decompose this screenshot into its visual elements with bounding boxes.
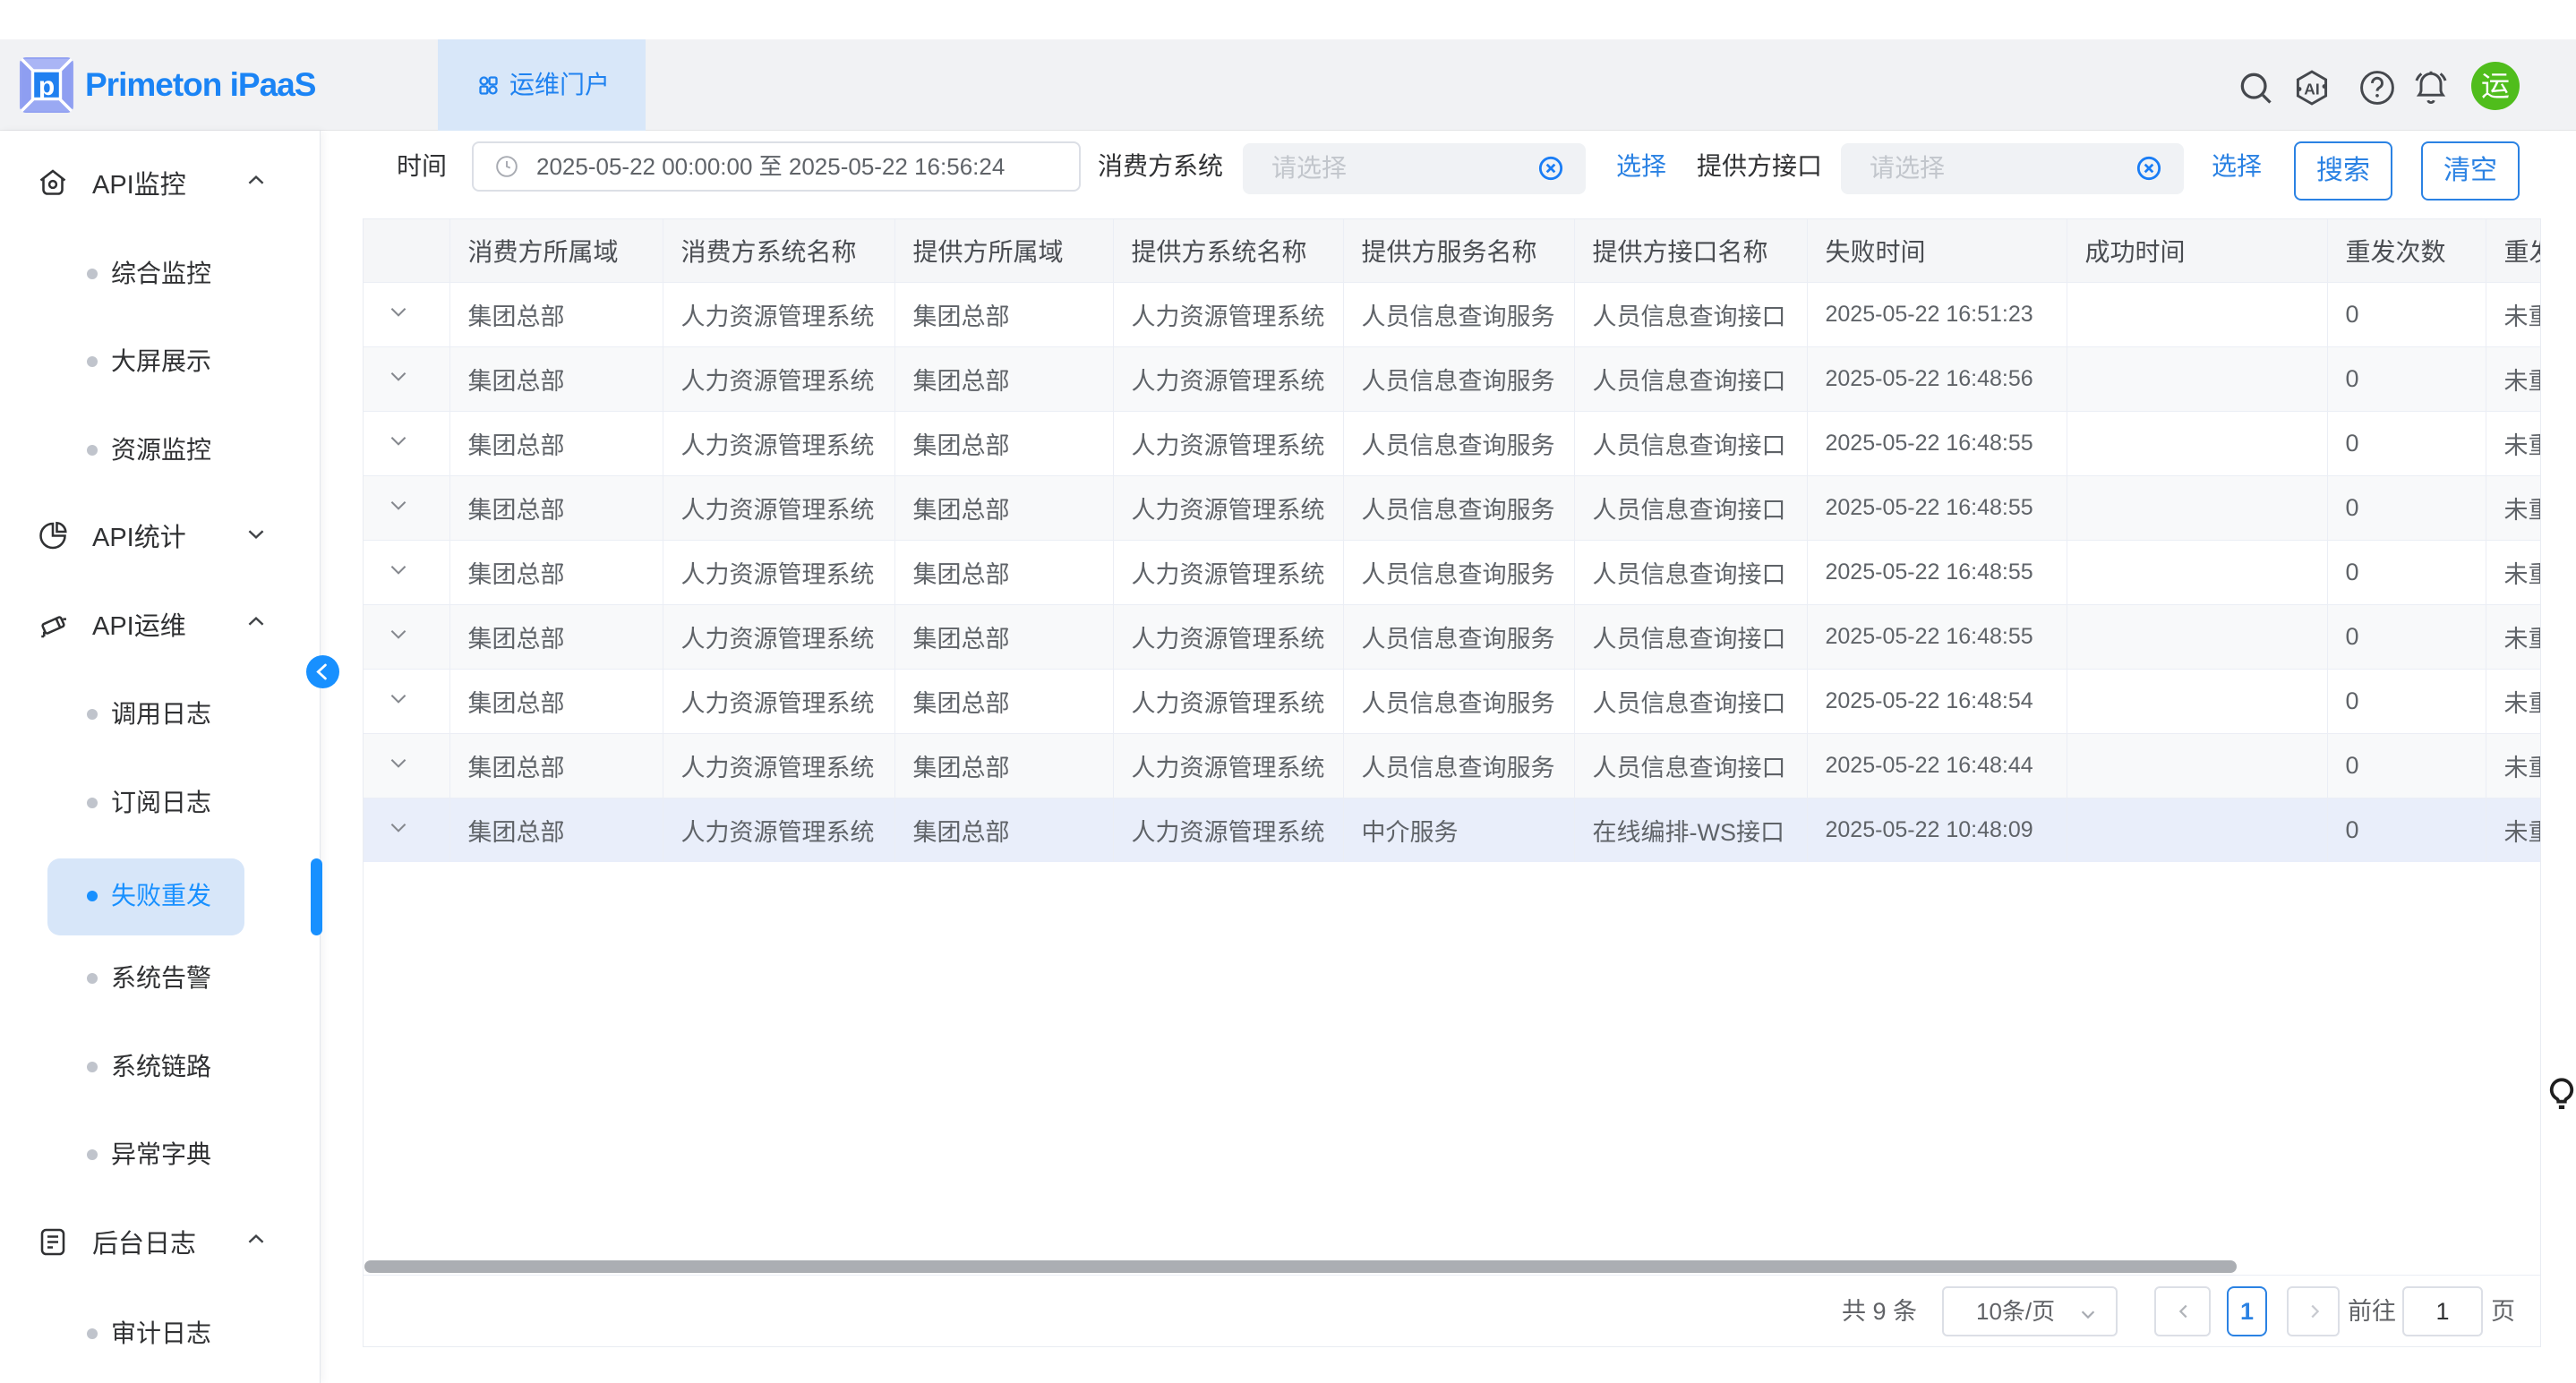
svg-text:p: p — [39, 72, 55, 101]
svg-text:AI: AI — [2304, 80, 2319, 98]
